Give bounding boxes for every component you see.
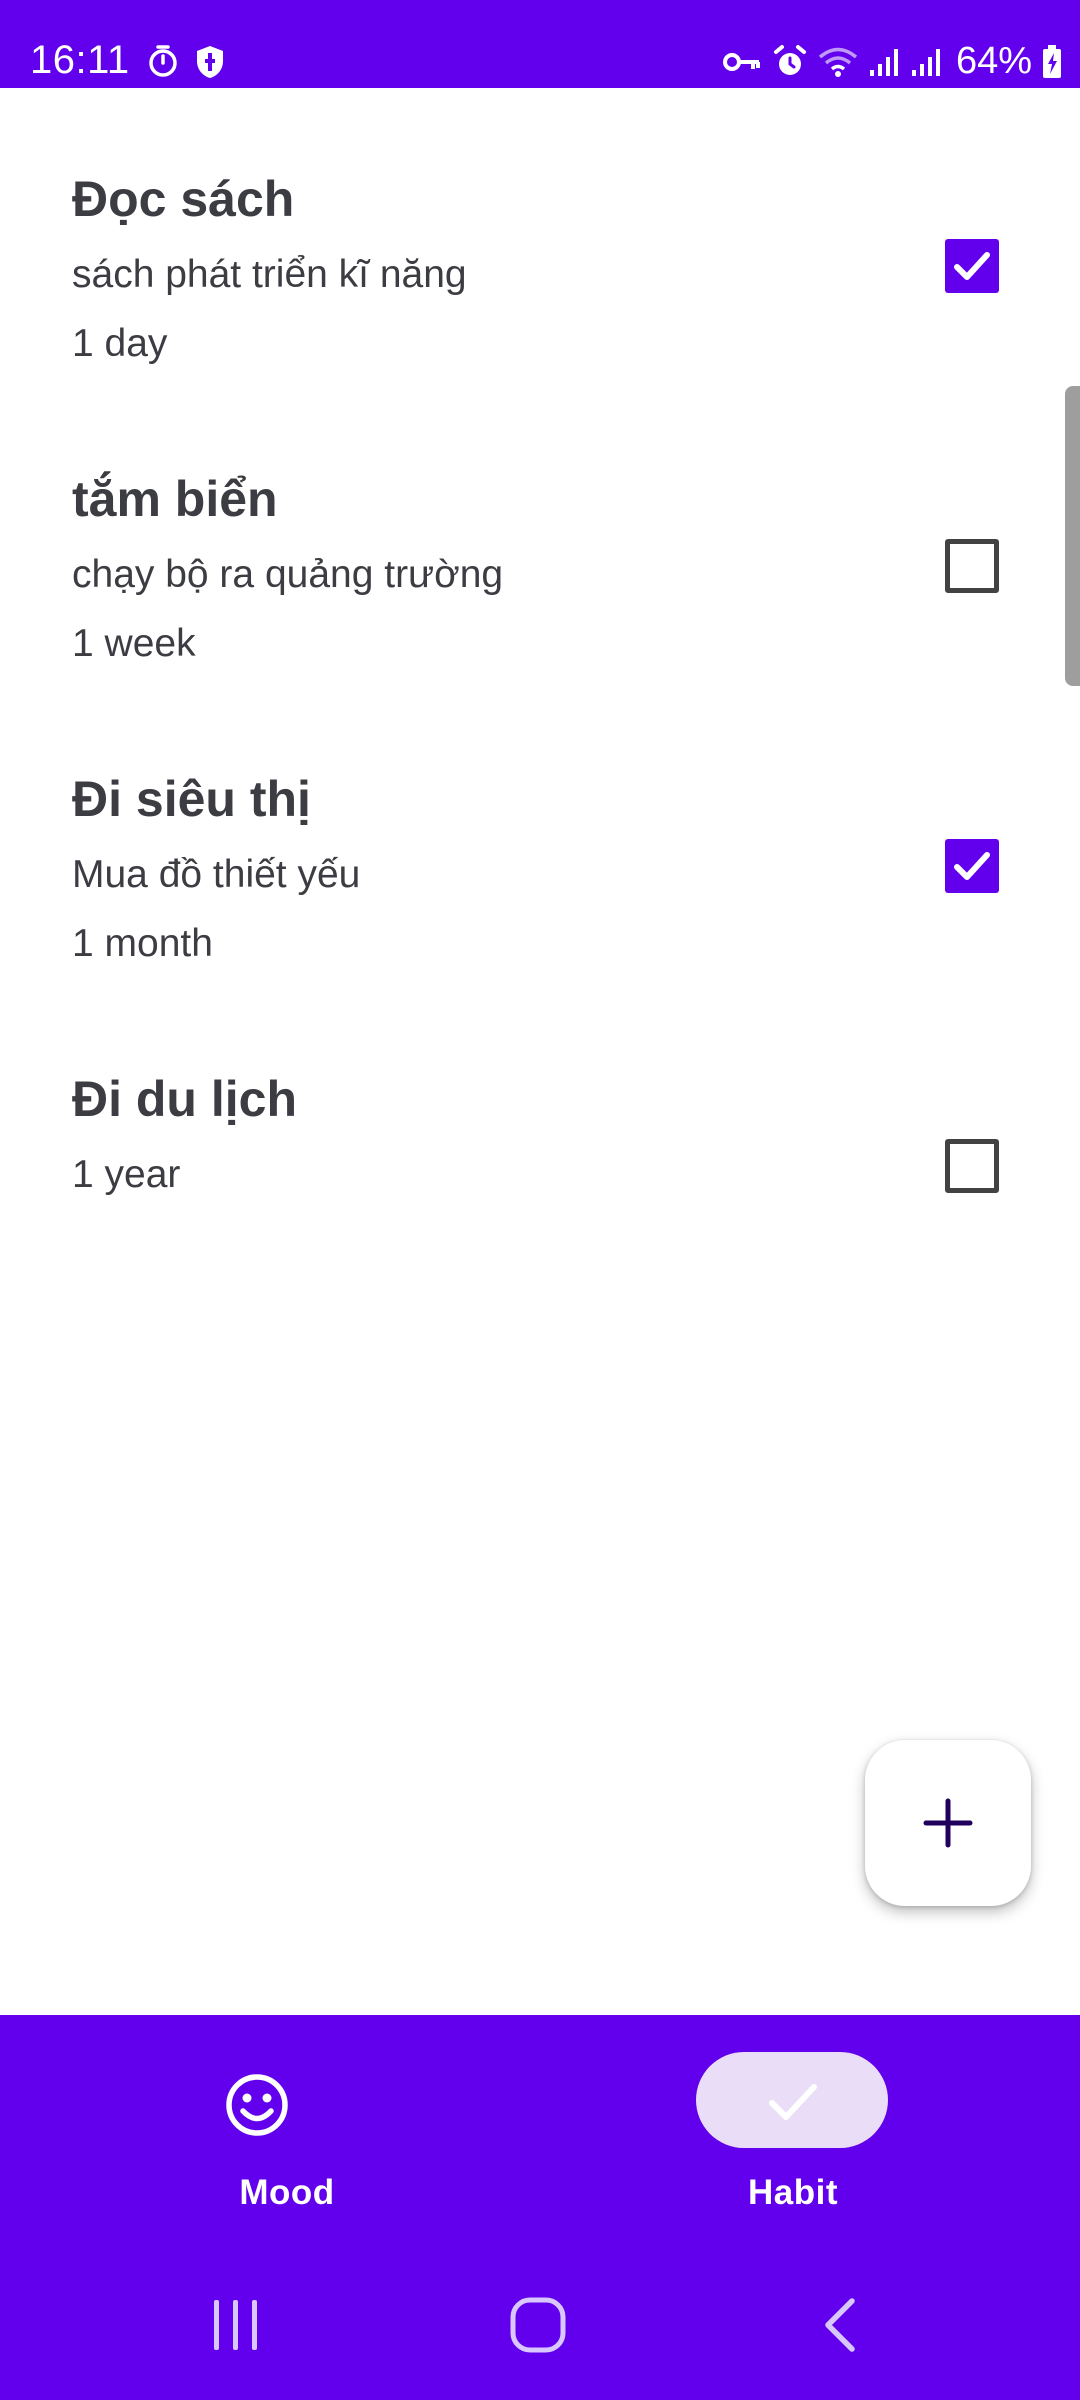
habit-title: tắm biển	[72, 471, 278, 527]
nav-item-habit[interactable]: Habit	[540, 2015, 1080, 2240]
nav-item-mood[interactable]: Mood	[0, 2015, 540, 2240]
recents-icon[interactable]	[206, 2295, 266, 2355]
wifi-icon	[818, 47, 858, 77]
nav-label-mood: Mood	[239, 2173, 335, 2212]
bottom-navigation: Mood Habit	[0, 2015, 1080, 2240]
habit-title: Đi siêu thị	[72, 771, 311, 827]
scrollbar-thumb[interactable]	[1065, 386, 1080, 686]
habit-frequency: 1 year	[72, 1153, 181, 1196]
check-icon	[954, 852, 990, 880]
check-icon	[769, 2084, 817, 2120]
plus-icon	[923, 1798, 973, 1848]
system-navigation-bar	[0, 2240, 1080, 2400]
habit-description: sách phát triển kĩ năng	[72, 253, 467, 296]
home-icon[interactable]	[508, 2295, 568, 2355]
back-icon[interactable]	[812, 2295, 872, 2355]
battery-charging-icon	[1043, 44, 1061, 78]
habit-title: Đọc sách	[72, 171, 295, 227]
status-time: 16:11	[30, 38, 130, 82]
habit-checkbox[interactable]	[945, 1139, 999, 1193]
habit-frequency: 1 week	[72, 622, 196, 665]
status-icons-right: 64%	[722, 40, 1062, 83]
vpn-key-icon	[722, 52, 760, 71]
shield-icon	[197, 46, 223, 78]
alarm-icon	[773, 44, 806, 75]
habit-frequency: 1 day	[72, 322, 168, 365]
habit-description: Mua đồ thiết yếu	[72, 853, 361, 896]
status-icons-left	[146, 44, 226, 80]
habit-checkbox[interactable]	[945, 839, 999, 893]
signal-icon	[869, 48, 898, 76]
habit-frequency: 1 month	[72, 922, 213, 965]
status-bar: 16:11 64%	[0, 0, 1080, 88]
habit-checkbox[interactable]	[945, 539, 999, 593]
nav-label-habit: Habit	[748, 2173, 838, 2212]
timer-icon	[149, 45, 177, 77]
habit-title: Đi du lịch	[72, 1071, 297, 1127]
habit-checkbox[interactable]	[945, 239, 999, 293]
battery-percentage: 64%	[955, 40, 1032, 82]
habit-description: chạy bộ ra quảng trường	[72, 553, 504, 596]
add-habit-button[interactable]	[865, 1740, 1031, 1906]
signal-icon	[911, 48, 940, 76]
check-icon	[954, 252, 990, 280]
smiley-icon	[226, 2074, 288, 2136]
